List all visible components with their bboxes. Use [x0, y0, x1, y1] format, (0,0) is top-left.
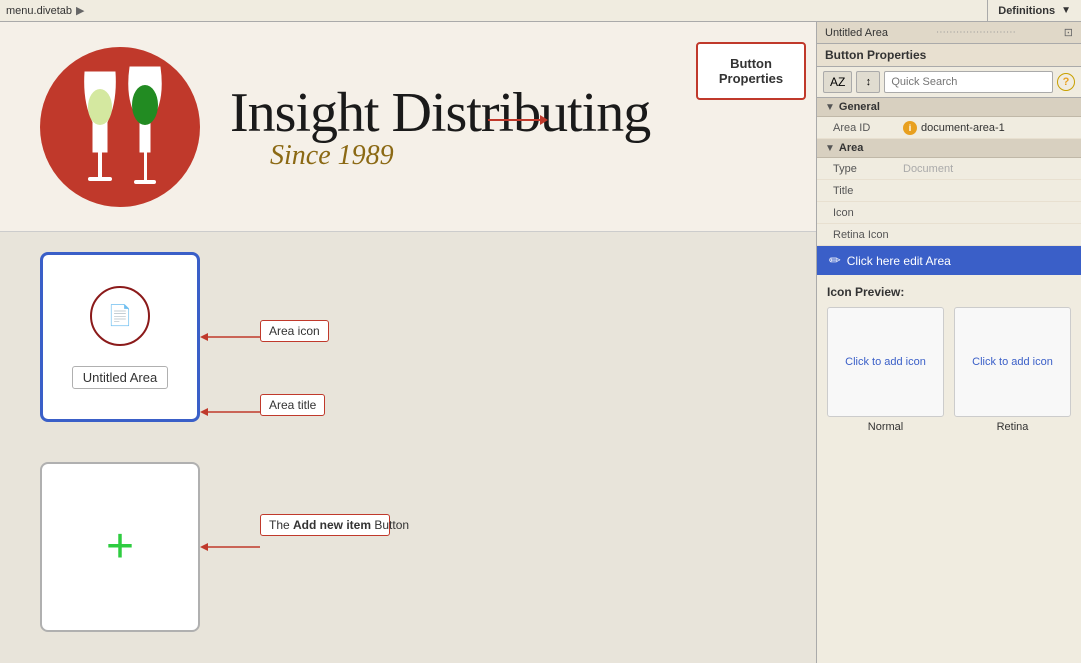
left-area: Insight Distributing Since 1989 ButtonPr…	[0, 22, 816, 663]
type-row: Type Document	[817, 158, 1081, 180]
area-id-label: Area ID	[833, 122, 903, 134]
quick-search-input[interactable]	[884, 71, 1053, 93]
area-id-row: Area ID i document-area-1	[817, 117, 1081, 139]
retina-icon-row[interactable]: Retina Icon	[817, 224, 1081, 246]
annotation-add-new-label: The Add new item Button	[269, 518, 409, 532]
add-new-card[interactable]: +	[40, 462, 200, 632]
icon-preview-grid: Click to add icon Normal Click to add ic…	[827, 307, 1071, 433]
definitions-expand-icon: ▼	[1061, 5, 1071, 16]
cards-container: 📄 Untitled Area Area icon Area title	[0, 232, 816, 663]
section-general[interactable]: ▼ General	[817, 98, 1081, 117]
edit-area-button[interactable]: ✏ Click here edit Area	[817, 246, 1081, 275]
definitions-bar[interactable]: Definitions ▼	[987, 0, 1081, 22]
annotation-add-new: The Add new item Button	[260, 514, 390, 536]
type-value: Document	[903, 163, 953, 175]
section-area[interactable]: ▼ Area	[817, 139, 1081, 158]
edit-icon: ✏	[829, 252, 841, 269]
annotation-arrow-add	[200, 542, 270, 552]
menu-item[interactable]: menu.divetab	[6, 5, 72, 17]
topbar-arrow: ▶	[76, 4, 84, 17]
sort-alpha-btn[interactable]: AZ	[823, 71, 852, 93]
normal-caption: Normal	[827, 421, 944, 433]
general-expand-icon: ▼	[825, 102, 835, 113]
general-label: General	[839, 101, 880, 113]
company-logo	[40, 47, 200, 207]
company-text: Insight Distributing Since 1989	[230, 81, 650, 172]
panel-title-bar: Button Properties	[817, 44, 1081, 67]
header-banner: Insight Distributing Since 1989 ButtonPr…	[0, 22, 816, 232]
area-id-value: i document-area-1	[903, 121, 1005, 135]
company-tagline: Since 1989	[270, 140, 650, 172]
button-properties-callout: ButtonProperties	[696, 42, 806, 100]
callout-label: ButtonProperties	[719, 56, 783, 86]
icon-preview-label: Icon Preview:	[827, 285, 1071, 299]
definitions-label: Definitions	[998, 5, 1055, 17]
title-row[interactable]: Title	[817, 180, 1081, 202]
normal-icon-preview[interactable]: Click to add icon	[827, 307, 944, 417]
panel-header-icon[interactable]: ⊡	[1064, 26, 1073, 39]
panel-area-title: Untitled Area	[825, 27, 888, 39]
panel-header-dots: ⋯⋯⋯⋯⋯⋯⋯⋯	[936, 27, 1016, 38]
sort-btn[interactable]: ↕	[856, 71, 880, 93]
right-panel-header: Untitled Area ⋯⋯⋯⋯⋯⋯⋯⋯ ⊡	[817, 22, 1081, 44]
type-label: Type	[833, 163, 903, 175]
icon-preview-section: Icon Preview: Click to add icon Normal C…	[817, 275, 1081, 443]
add-new-card-wrapper: + The Add new item Button	[40, 462, 200, 652]
help-icon-btn[interactable]: ?	[1057, 73, 1075, 91]
retina-caption: Retina	[954, 421, 1071, 433]
title-label: Title	[833, 185, 903, 197]
annotation-area-icon: Area icon	[260, 320, 329, 342]
info-icon: i	[903, 121, 917, 135]
button-properties-title: Button Properties	[825, 48, 926, 62]
edit-area-label: Click here edit Area	[847, 254, 951, 268]
right-panel: Untitled Area ⋯⋯⋯⋯⋯⋯⋯⋯ ⊡ Button Properti…	[816, 22, 1081, 663]
topbar: menu.divetab ▶	[0, 0, 1081, 22]
add-icon-text-retina: Click to add icon	[968, 352, 1057, 372]
retina-icon-preview[interactable]: Click to add icon	[954, 307, 1071, 417]
plus-icon: +	[106, 523, 134, 571]
main-layout: Insight Distributing Since 1989 ButtonPr…	[0, 22, 1081, 663]
area-title: Untitled Area	[72, 366, 168, 389]
area-icon-inner: 📄	[108, 303, 133, 328]
area-icon-circle: 📄	[90, 286, 150, 346]
area-section-label: Area	[839, 142, 863, 154]
annotation-area-title-label: Area title	[269, 398, 316, 412]
area-card-wrapper: 📄 Untitled Area Area icon Area title	[40, 252, 200, 442]
company-name: Insight Distributing	[230, 81, 650, 145]
retina-icon-label: Retina Icon	[833, 229, 903, 241]
icon-label: Icon	[833, 207, 903, 219]
annotation-arrow-icon	[200, 332, 270, 342]
callout-arrow	[488, 110, 548, 130]
add-icon-text-normal: Click to add icon	[841, 352, 930, 372]
annotation-arrow-title	[200, 407, 270, 417]
annotation-area-icon-label: Area icon	[269, 324, 320, 338]
panel-toolbar: AZ ↕ ?	[817, 67, 1081, 98]
area-expand-icon: ▼	[825, 143, 835, 154]
icon-row[interactable]: Icon	[817, 202, 1081, 224]
area-card[interactable]: 📄 Untitled Area	[40, 252, 200, 422]
